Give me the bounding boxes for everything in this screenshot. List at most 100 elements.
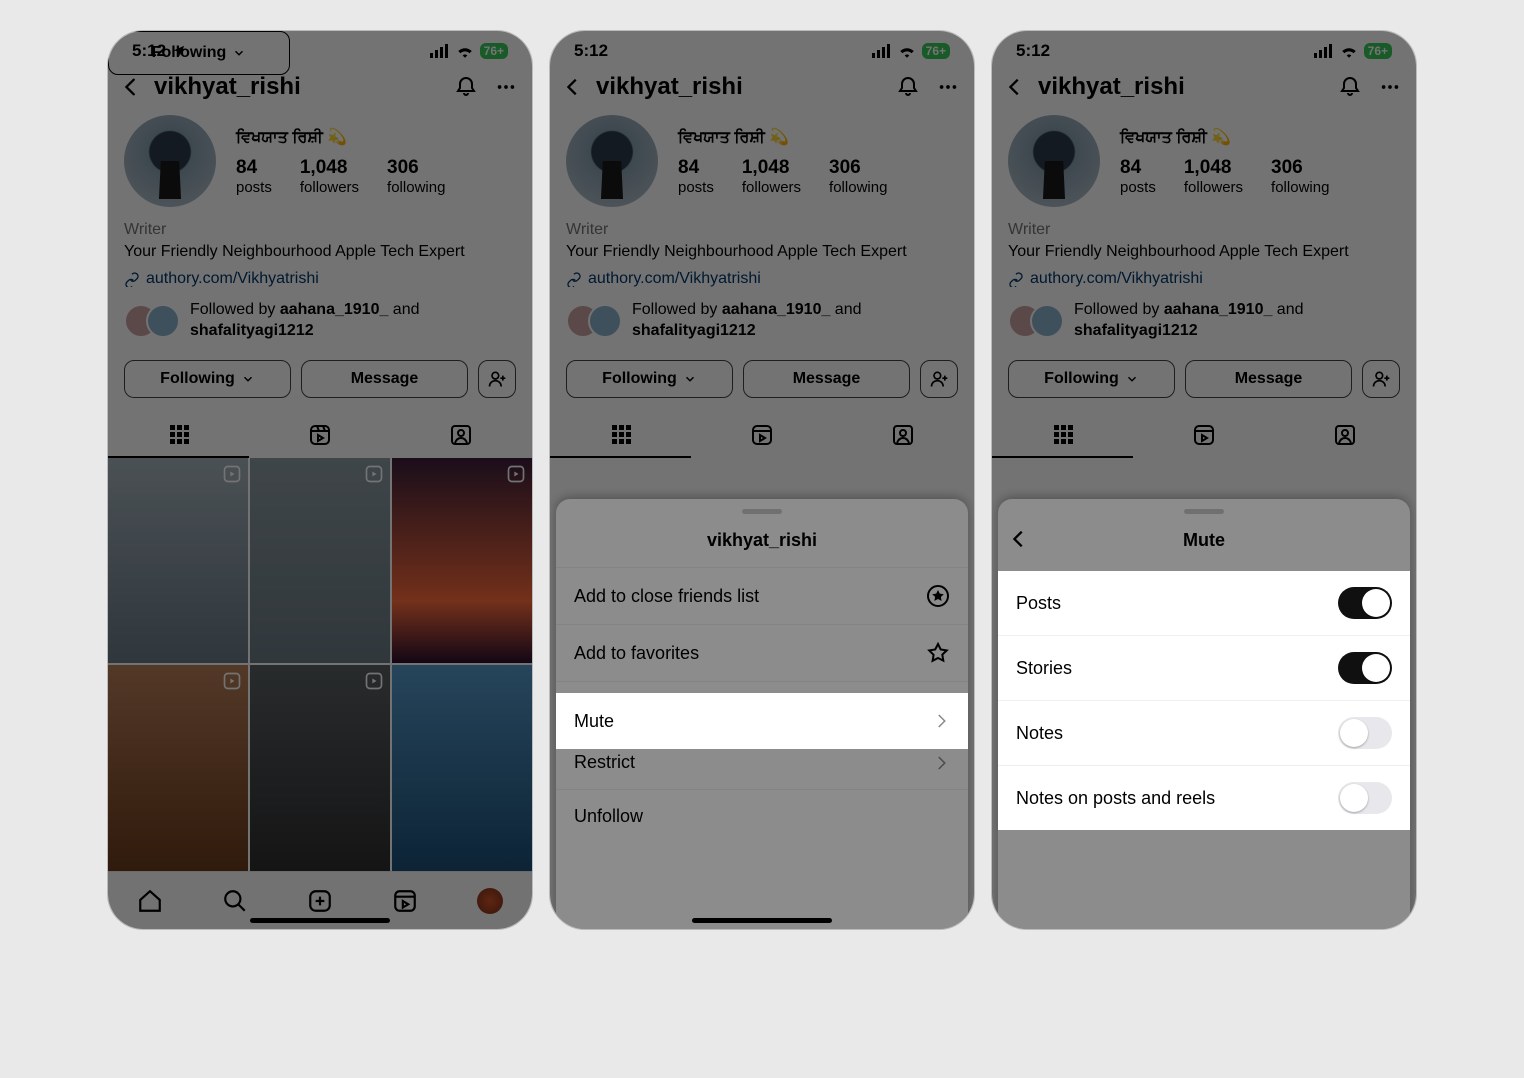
- link-icon: [566, 271, 582, 287]
- star-circle-icon: [926, 584, 950, 608]
- bio-link[interactable]: authory.com/Vikhyatrishi: [108, 268, 532, 290]
- reel-badge-icon: [364, 464, 384, 484]
- tab-reels[interactable]: [691, 412, 832, 458]
- following-stat[interactable]: 306 following: [387, 157, 445, 196]
- tab-reels[interactable]: [249, 412, 390, 458]
- nav-home[interactable]: [136, 887, 164, 915]
- notifications-icon[interactable]: [1336, 73, 1364, 101]
- tab-tagged[interactable]: [1275, 412, 1416, 458]
- followers-stat[interactable]: 1,048 followers: [300, 157, 359, 196]
- sheet-item-favorites[interactable]: Add to favorites: [556, 624, 968, 681]
- add-user-button[interactable]: [478, 360, 516, 398]
- nav-create[interactable]: [306, 887, 334, 915]
- back-icon[interactable]: [562, 76, 584, 98]
- message-button[interactable]: Message: [301, 360, 468, 398]
- back-icon[interactable]: [120, 76, 142, 98]
- location-icon: [172, 44, 186, 58]
- following-button[interactable]: Following: [1008, 360, 1175, 398]
- wifi-icon: [898, 44, 916, 58]
- notifications-icon[interactable]: [894, 73, 922, 101]
- screenshot-panel-3: 5:12 76+ vikhyat_rishi ਵਿਖਯਾਤ ਰਿਸ਼ੀ 💫: [991, 30, 1417, 930]
- home-indicator: [692, 918, 832, 923]
- mute-row-stories[interactable]: Stories: [998, 635, 1410, 700]
- toggle-notes[interactable]: [1338, 717, 1392, 749]
- tab-tagged[interactable]: [391, 412, 532, 458]
- profile-username: vikhyat_rishi: [596, 73, 882, 101]
- display-name: ਵਿਖਯਾਤ ਰਿਸ਼ੀ 💫: [678, 127, 958, 147]
- link-icon: [124, 271, 140, 287]
- screenshot-panel-1: 5:12 76+ vikhyat_rishi: [107, 30, 533, 930]
- status-time: 5:12: [574, 41, 608, 61]
- tab-reels[interactable]: [1133, 412, 1274, 458]
- sheet-grabber[interactable]: [742, 509, 782, 514]
- toggle-stories[interactable]: [1338, 652, 1392, 684]
- more-options-icon[interactable]: [492, 73, 520, 101]
- nav-reels[interactable]: [391, 887, 419, 915]
- nav-profile[interactable]: [476, 887, 504, 915]
- profile-username: vikhyat_rishi: [1038, 73, 1324, 101]
- sheet-item-unfollow[interactable]: Unfollow: [556, 789, 968, 843]
- tab-grid[interactable]: [550, 412, 691, 458]
- post-thumbnail[interactable]: [108, 458, 248, 664]
- mute-row-notes[interactable]: Notes: [998, 700, 1410, 765]
- following-button[interactable]: Following: [566, 360, 733, 398]
- posts-stat[interactable]: 84 posts: [236, 157, 272, 196]
- following-button[interactable]: Following: [124, 360, 291, 398]
- followers-stat[interactable]: 1,048followers: [742, 157, 801, 196]
- bio-link[interactable]: authory.com/Vikhyatrishi: [550, 268, 974, 290]
- sheet-item-close-friends[interactable]: Add to close friends list: [556, 567, 968, 624]
- chevron-down-icon: [241, 372, 255, 386]
- profile-username: vikhyat_rishi: [154, 73, 440, 101]
- tab-grid[interactable]: [108, 412, 249, 458]
- toggle-notes-posts-reels[interactable]: [1338, 782, 1392, 814]
- reel-badge-icon: [222, 671, 242, 691]
- cellular-icon: [872, 44, 892, 58]
- tab-grid[interactable]: [992, 412, 1133, 458]
- sheet-grabber[interactable]: [1184, 509, 1224, 514]
- home-indicator: [250, 918, 390, 923]
- nav-search[interactable]: [221, 887, 249, 915]
- chevron-right-icon: [932, 754, 950, 772]
- avatar[interactable]: [1008, 115, 1100, 207]
- reel-badge-icon: [506, 464, 526, 484]
- reel-badge-icon: [364, 671, 384, 691]
- toggle-posts[interactable]: [1338, 587, 1392, 619]
- status-bar: 5:12 76+: [992, 31, 1416, 65]
- post-thumbnail[interactable]: [392, 665, 532, 871]
- bio-link[interactable]: authory.com/Vikhyatrishi: [992, 268, 1416, 290]
- notifications-icon[interactable]: [452, 73, 480, 101]
- mute-row-posts[interactable]: Posts: [998, 571, 1410, 635]
- message-button[interactable]: Message: [743, 360, 910, 398]
- sheet-title: vikhyat_rishi: [556, 528, 968, 567]
- battery-icon: 76+: [480, 43, 508, 59]
- post-grid: [108, 458, 532, 871]
- posts-stat[interactable]: 84posts: [678, 157, 714, 196]
- avatar[interactable]: [566, 115, 658, 207]
- status-bar: 5:12 76+: [550, 31, 974, 65]
- message-button[interactable]: Message: [1185, 360, 1352, 398]
- post-thumbnail[interactable]: [392, 458, 532, 664]
- more-options-icon[interactable]: [934, 73, 962, 101]
- add-user-button[interactable]: [1362, 360, 1400, 398]
- following-stat[interactable]: 306following: [829, 157, 887, 196]
- post-thumbnail[interactable]: [108, 665, 248, 871]
- mute-row-notes-posts-reels[interactable]: Notes on posts and reels: [998, 765, 1410, 830]
- avatar[interactable]: [124, 115, 216, 207]
- post-thumbnail[interactable]: [250, 458, 390, 664]
- tab-tagged[interactable]: [833, 412, 974, 458]
- mutual-follower-avatars: [124, 304, 180, 338]
- screenshot-panel-2: 5:12 76+ vikhyat_rishi ਵਿਖਯਾਤ ਰਿਸ਼ੀ 💫: [549, 30, 975, 930]
- back-icon[interactable]: [1004, 76, 1026, 98]
- add-user-button[interactable]: [920, 360, 958, 398]
- bio-text: Your Friendly Neighbourhood Apple Tech E…: [124, 241, 516, 263]
- reel-badge-icon: [222, 464, 242, 484]
- followed-by-text[interactable]: Followed by aahana_1910_ and shafalityag…: [190, 300, 516, 342]
- post-thumbnail[interactable]: [250, 665, 390, 871]
- status-time: 5:12: [1016, 41, 1050, 61]
- status-bar: 5:12 76+: [108, 31, 532, 65]
- sheet-item-mute-highlight[interactable]: Mute: [556, 693, 968, 749]
- star-outline-icon: [926, 641, 950, 665]
- more-options-icon[interactable]: [1376, 73, 1404, 101]
- sheet-back-icon[interactable]: [1008, 528, 1030, 550]
- sheet-title: Mute: [998, 528, 1410, 567]
